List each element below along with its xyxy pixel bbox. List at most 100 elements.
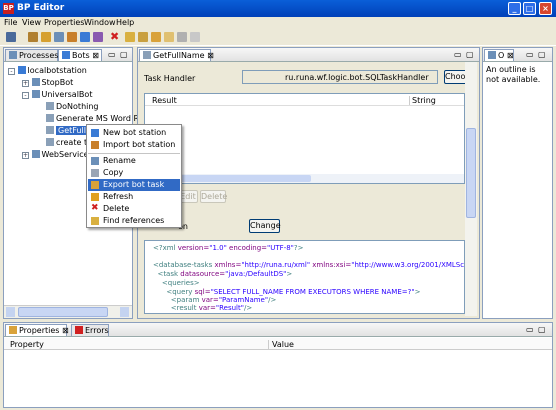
maximize-properties-icon[interactable]: ▢ (538, 325, 546, 334)
xml-token: </query> (153, 312, 200, 313)
export-icon[interactable] (80, 32, 90, 42)
open-icon[interactable] (41, 32, 51, 42)
maximize-button[interactable]: □ (523, 2, 536, 15)
xml-token: <?xml (153, 244, 178, 252)
table-hscrollbar[interactable] (145, 174, 464, 183)
errors-icon (75, 326, 83, 334)
xml-token: <result (153, 304, 199, 312)
folder-open-icon[interactable] (164, 32, 174, 42)
delete-icon[interactable]: ✖ (110, 31, 120, 42)
xml-token: version= (177, 244, 210, 252)
column-property: Property (10, 340, 44, 349)
menu-item-copy[interactable]: Copy (88, 167, 180, 179)
xml-config-editor[interactable]: <?xml version="1.0" encoding="UTF-8"?> <… (144, 240, 465, 314)
tree-item-stopbot[interactable]: + StopBot (22, 78, 73, 87)
xml-token: "http://runa.ru/xml" (241, 261, 313, 269)
editor-panel: GetFullName ⊠ ▭ ▢ Task Handler ru.runa.w… (137, 47, 480, 319)
xml-token: "UTF-8" (267, 244, 294, 252)
import-icon[interactable] (67, 32, 77, 42)
expand-icon[interactable]: + (22, 80, 29, 87)
minimize-outline-icon[interactable]: ▭ (526, 50, 534, 59)
bot-icon (31, 150, 40, 158)
editor-vscrollbar[interactable] (465, 62, 477, 316)
bots-hscrollbar[interactable] (4, 305, 132, 318)
bot-station-icon (91, 129, 99, 137)
task-handler-label: Task Handler (144, 74, 196, 83)
menu-help[interactable]: Help (116, 18, 134, 27)
expand-icon[interactable]: + (22, 152, 29, 159)
scroll-thumb[interactable] (18, 307, 108, 317)
minimize-editor-icon[interactable]: ▭ (454, 50, 462, 59)
task-handler-field[interactable]: ru.runa.wf.logic.bot.SQLTaskHandler (242, 70, 438, 84)
properties-panel: Properties ⊠ Errors ▭ ▢ Property Value (3, 322, 553, 408)
menu-item-import-bot-station[interactable]: Import bot station (88, 139, 180, 151)
maximize-outline-icon[interactable]: ▢ (538, 50, 546, 59)
menu-file[interactable]: File (4, 18, 17, 27)
scroll-left-icon[interactable] (6, 307, 15, 317)
menu-item-find-references[interactable]: Find references (88, 215, 180, 227)
minimize-button[interactable]: _ (508, 2, 521, 15)
disk-icon[interactable] (151, 32, 161, 42)
column-string: String (409, 96, 436, 105)
menu-window[interactable]: Window (84, 18, 116, 27)
tab-errors[interactable]: Errors (71, 324, 109, 336)
save-icon[interactable] (28, 32, 38, 42)
menu-item-refresh[interactable]: Refresh (88, 191, 180, 203)
xml-token: "http://www.w3.org/2001/XMLSchema- (351, 261, 465, 269)
outline-panel: O ⊠ ▭ ▢ An outline is not available. (482, 47, 553, 319)
change-button[interactable]: Change (249, 219, 281, 233)
xml-token: <task (153, 270, 181, 278)
close-button[interactable]: × (539, 2, 552, 15)
menu-item-delete[interactable]: ✖ Delete (88, 203, 180, 215)
properties-icon (9, 326, 17, 334)
minimize-properties-icon[interactable]: ▭ (526, 325, 534, 334)
xml-token: xmlns:xsi= (312, 261, 352, 269)
delete-button[interactable]: Delete (200, 190, 227, 203)
tab-bots[interactable]: Bots ⊠ (58, 49, 102, 61)
menu-item-export-bot-task[interactable]: Export bot task (88, 179, 180, 191)
xml-token: > (414, 288, 421, 296)
stop-icon[interactable] (138, 32, 148, 42)
folder-icon[interactable] (125, 32, 135, 42)
toolbar: ✖ (0, 29, 556, 46)
maximize-view-icon[interactable]: ▢ (120, 50, 128, 59)
xml-line-8: <result var="Result"/> (153, 304, 252, 312)
task-icon (143, 51, 151, 59)
tree-item-webservicebot[interactable]: + WebServiceB (22, 150, 94, 159)
collapse-icon[interactable]: - (22, 92, 29, 99)
new-icon[interactable] (6, 32, 16, 42)
tab-getfullname[interactable]: GetFullName ⊠ (139, 49, 214, 61)
export-icon (91, 181, 99, 189)
task-icon (46, 102, 54, 110)
menu-item-new-bot-station[interactable]: New bot station (88, 127, 180, 139)
disabled-icon (177, 32, 187, 42)
tree-item-donothing[interactable]: DoNothing (46, 102, 99, 111)
menu-view[interactable]: View (22, 18, 41, 27)
menu-properties[interactable]: Properties (44, 18, 84, 27)
scroll-right-icon[interactable] (120, 307, 129, 317)
xml-token: /> (268, 296, 277, 304)
menu-item-rename[interactable]: Rename (88, 155, 180, 167)
tab-outline[interactable]: O ⊠ (484, 49, 514, 61)
rename-icon (91, 157, 99, 165)
tree-item-universalbot[interactable]: - UniversalBot (22, 90, 92, 99)
xml-line-3: <database-tasks xmlns="http://runa.ru/xm… (153, 261, 465, 269)
variables-table: Result String (144, 93, 465, 184)
processes-icon (9, 51, 17, 59)
build-icon[interactable] (54, 32, 64, 42)
tree-item-localbotstation[interactable]: - localbotstation (8, 66, 87, 75)
debug-icon[interactable] (93, 32, 103, 42)
bot-icon (31, 90, 40, 98)
xml-line-5: <queries> (153, 279, 200, 287)
tab-processes[interactable]: Processes (5, 49, 58, 61)
context-menu: New bot station Import bot station Renam… (86, 124, 182, 228)
minimize-view-icon[interactable]: ▭ (108, 50, 116, 59)
bots-panel-tabbar: Processes Bots ⊠ ▭ ▢ (4, 48, 132, 62)
editor-scroll-thumb[interactable] (466, 128, 476, 218)
search-icon (91, 217, 99, 225)
tab-properties[interactable]: Properties ⊠ (5, 324, 69, 336)
xml-token: <database-tasks (153, 261, 215, 269)
collapse-icon[interactable]: - (8, 68, 15, 75)
maximize-editor-icon[interactable]: ▢ (466, 50, 474, 59)
xml-token: <param (153, 296, 202, 304)
